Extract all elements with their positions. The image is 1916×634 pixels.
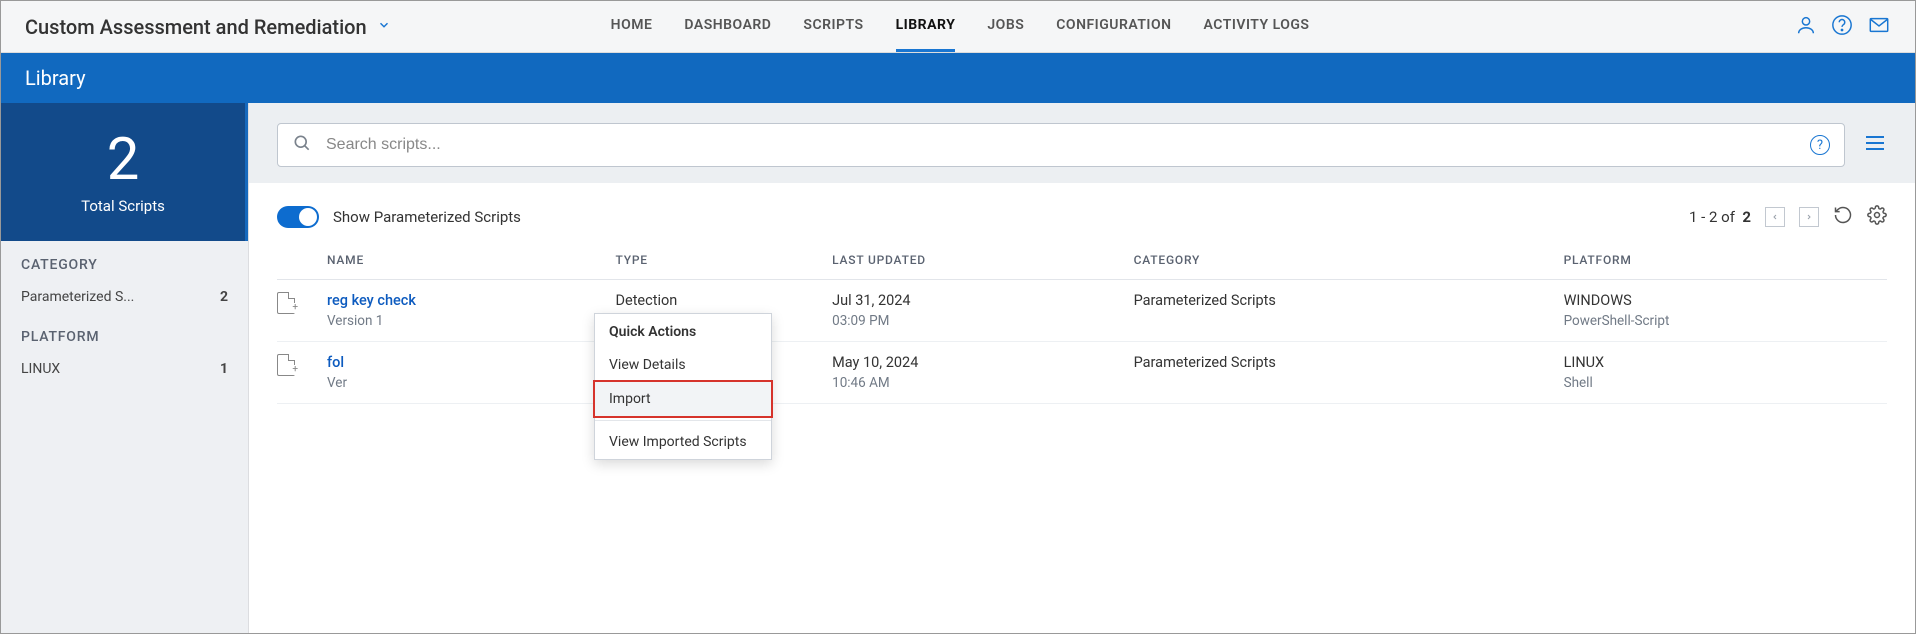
script-version: Version 1 <box>327 313 595 329</box>
sidebar-item-count: 1 <box>220 361 228 377</box>
script-platform-sub: Shell <box>1564 375 1877 391</box>
col-name[interactable]: NAME <box>317 245 605 280</box>
nav-tab-home[interactable]: HOME <box>611 1 653 52</box>
search-help-icon[interactable]: ? <box>1810 135 1830 155</box>
search-icon <box>292 133 312 157</box>
script-name[interactable]: fol <box>327 354 595 371</box>
user-icon[interactable] <box>1795 14 1817 40</box>
menu-item-view-details[interactable]: View Details <box>595 348 771 382</box>
menu-item-import[interactable]: Import <box>593 380 773 418</box>
sidebar-item-label: LINUX <box>21 361 60 377</box>
parameterized-toggle[interactable] <box>277 206 319 228</box>
menu-item-view-imported[interactable]: View Imported Scripts <box>595 425 771 459</box>
sidebar-section-platform: PLATFORM <box>1 313 248 353</box>
prev-page-button[interactable] <box>1765 207 1785 227</box>
search-input[interactable] <box>324 135 1798 155</box>
file-icon <box>277 354 295 376</box>
page-header: Library <box>1 53 1915 103</box>
quick-actions-menu: Quick Actions View Details Import View I… <box>594 313 772 460</box>
nav-tab-library[interactable]: LIBRARY <box>896 1 956 52</box>
refresh-icon[interactable] <box>1833 205 1853 229</box>
paging-range: 1 - 2 of <box>1689 208 1735 226</box>
sidebar-item-label: Parameterized S... <box>21 289 134 305</box>
nav-tab-configuration[interactable]: CONFIGURATION <box>1056 1 1171 52</box>
script-platform-sub: PowerShell-Script <box>1564 313 1877 329</box>
total-scripts-count: 2 <box>1 131 245 189</box>
gear-icon[interactable] <box>1867 205 1887 229</box>
script-category: Parameterized Scripts <box>1124 280 1554 342</box>
sidebar-item-parameterized[interactable]: Parameterized S... 2 <box>1 281 248 313</box>
toggle-wrap: Show Parameterized Scripts <box>277 206 521 228</box>
col-type[interactable]: TYPE <box>605 245 822 280</box>
next-page-button[interactable] <box>1799 207 1819 227</box>
main: ? Show Parameterized Scripts 1 - 2 of 2 <box>249 103 1915 633</box>
hamburger-icon[interactable] <box>1863 131 1887 159</box>
topbar: Custom Assessment and Remediation HOME D… <box>1 1 1915 53</box>
table-row[interactable]: reg key check Version 1 Detection Jul 31… <box>277 280 1887 342</box>
script-date: May 10, 2024 <box>832 354 1113 371</box>
col-platform[interactable]: PLATFORM <box>1554 245 1887 280</box>
body-area: 2 Total Scripts CATEGORY Parameterized S… <box>1 103 1915 633</box>
search-row: ? <box>249 103 1915 183</box>
col-category[interactable]: CATEGORY <box>1124 245 1554 280</box>
nav-tabs: HOME DASHBOARD SCRIPTS LIBRARY JOBS CONF… <box>611 1 1310 52</box>
script-version: Ver <box>327 375 595 391</box>
popup-title: Quick Actions <box>595 314 771 348</box>
file-icon <box>277 292 295 314</box>
popup-divider <box>595 420 771 421</box>
script-time: 03:09 PM <box>832 313 1113 329</box>
mail-icon[interactable] <box>1867 14 1891 40</box>
nav-tab-activity-logs[interactable]: ACTIVITY LOGS <box>1204 1 1310 52</box>
sidebar: 2 Total Scripts CATEGORY Parameterized S… <box>1 103 249 633</box>
app-title[interactable]: Custom Assessment and Remediation <box>25 15 391 39</box>
chevron-down-icon[interactable] <box>377 18 391 36</box>
nav-tab-jobs[interactable]: JOBS <box>987 1 1024 52</box>
script-name[interactable]: reg key check <box>327 292 595 309</box>
paging-total: 2 <box>1742 208 1751 226</box>
script-date: Jul 31, 2024 <box>832 292 1113 309</box>
sidebar-hero[interactable]: 2 Total Scripts <box>1 103 248 241</box>
toolbar-row: Show Parameterized Scripts 1 - 2 of 2 <box>277 199 1887 245</box>
nav-tab-dashboard[interactable]: DASHBOARD <box>684 1 771 52</box>
help-icon[interactable] <box>1831 14 1853 40</box>
page-title: Library <box>25 66 86 90</box>
script-time: 10:46 AM <box>832 375 1113 391</box>
sidebar-item-count: 2 <box>220 289 228 305</box>
col-last-updated[interactable]: LAST UPDATED <box>822 245 1123 280</box>
script-category: Parameterized Scripts <box>1124 342 1554 404</box>
app-title-text: Custom Assessment and Remediation <box>25 15 367 39</box>
script-platform: WINDOWS <box>1564 292 1877 309</box>
script-platform: LINUX <box>1564 354 1877 371</box>
scripts-table: NAME TYPE LAST UPDATED CATEGORY PLATFORM… <box>277 245 1887 404</box>
pager-block: 1 - 2 of 2 <box>1689 205 1887 229</box>
total-scripts-label: Total Scripts <box>1 197 245 215</box>
content-panel: Show Parameterized Scripts 1 - 2 of 2 <box>249 183 1915 633</box>
topbar-right-icons <box>1795 14 1891 40</box>
sidebar-item-linux[interactable]: LINUX 1 <box>1 353 248 385</box>
sidebar-section-category: CATEGORY <box>1 241 248 281</box>
nav-tab-scripts[interactable]: SCRIPTS <box>803 1 863 52</box>
toggle-label: Show Parameterized Scripts <box>333 208 521 226</box>
search-box[interactable]: ? <box>277 123 1845 167</box>
table-row[interactable]: fol Ver Detection May 10, 2024 10:46 AM … <box>277 342 1887 404</box>
